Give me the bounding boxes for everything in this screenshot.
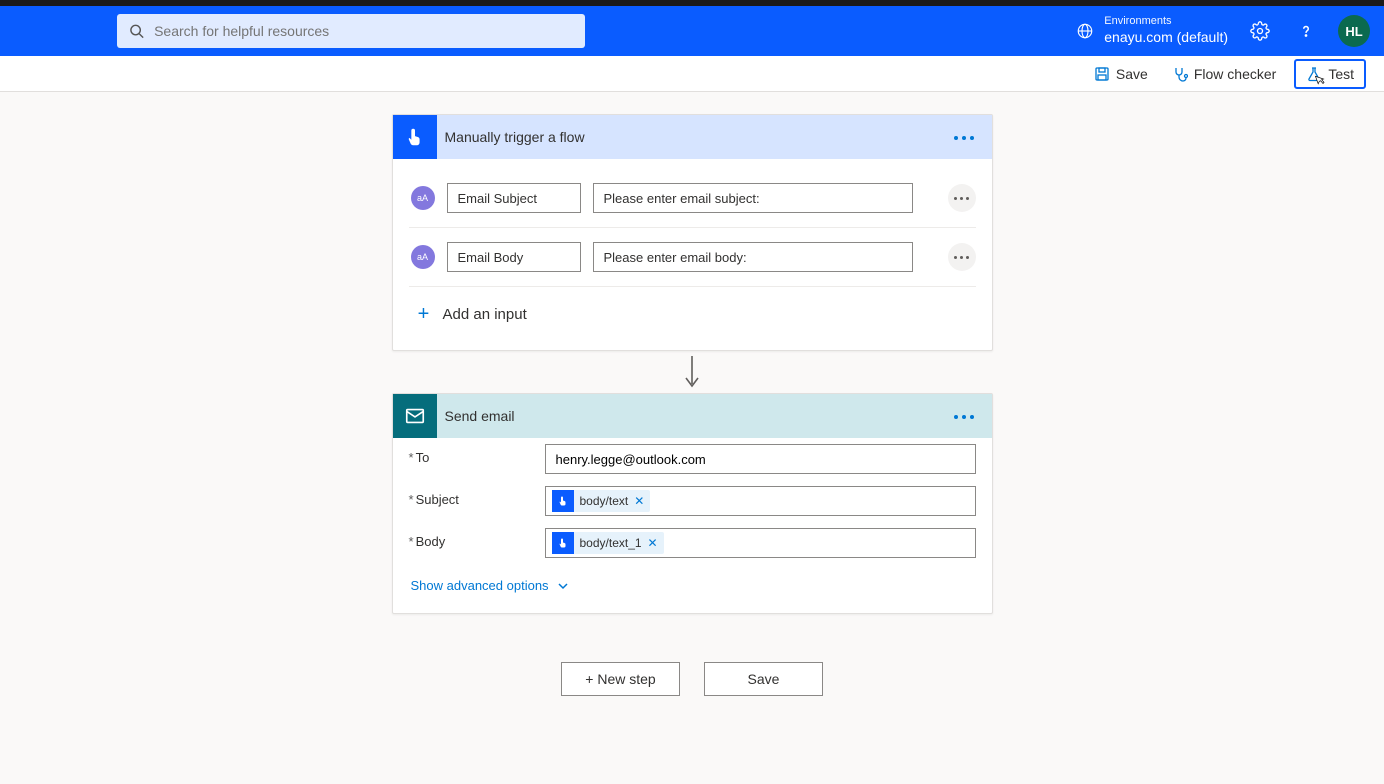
send-email-header[interactable]: Send email [393, 394, 992, 438]
action-toolbar: Save Flow checker Test [0, 56, 1384, 92]
help-icon [1297, 22, 1315, 40]
top-nav-bar: Environments enayu.com (default) HL [0, 6, 1384, 56]
trigger-connector-icon [393, 115, 437, 159]
to-label: To [416, 450, 430, 465]
finger-tap-icon [404, 126, 426, 148]
input-prompt-field[interactable]: Please enter email body: [593, 242, 913, 272]
token-flow-icon [552, 532, 574, 554]
input-prompt-field[interactable]: Please enter email subject: [593, 183, 913, 213]
subject-field-row: *Subject body/text ✕ [393, 480, 992, 522]
email-connector-icon [393, 394, 437, 438]
to-input[interactable]: henry.legge@outlook.com [545, 444, 976, 474]
send-email-menu[interactable] [948, 409, 980, 423]
flow-connector-arrow[interactable] [683, 351, 701, 393]
input-row-menu[interactable] [948, 243, 976, 271]
save-button[interactable]: Save [704, 662, 823, 696]
trigger-card: Manually trigger a flow aA Email Subject… [392, 114, 993, 351]
test-action[interactable]: Test [1294, 59, 1366, 89]
test-action-label: Test [1328, 66, 1354, 82]
search-icon [129, 23, 144, 39]
send-email-card: Send email *To henry.legge@outlook.com *… [392, 393, 993, 614]
body-label: Body [416, 534, 446, 549]
subject-label: Subject [416, 492, 459, 507]
chevron-down-icon [557, 580, 569, 592]
trigger-card-header[interactable]: Manually trigger a flow [393, 115, 992, 159]
to-field-row: *To henry.legge@outlook.com [393, 438, 992, 480]
flow-canvas: Manually trigger a flow aA Email Subject… [0, 92, 1384, 696]
user-avatar[interactable]: HL [1338, 15, 1370, 47]
plus-icon: + [415, 303, 433, 326]
help-button[interactable] [1292, 17, 1320, 45]
token-flow-icon [552, 490, 574, 512]
save-action[interactable]: Save [1088, 56, 1154, 91]
input-name-field[interactable]: Email Body [447, 242, 581, 272]
trigger-menu[interactable] [948, 130, 980, 144]
input-name-field[interactable]: Email Subject [447, 183, 581, 213]
add-input-label: Add an input [443, 306, 527, 323]
top-right-cluster: Environments enayu.com (default) HL [1076, 15, 1370, 47]
search-input[interactable] [154, 23, 573, 39]
body-input[interactable]: body/text_1 ✕ [545, 528, 976, 558]
dynamic-content-token[interactable]: body/text ✕ [552, 490, 651, 512]
dynamic-content-token[interactable]: body/text_1 ✕ [552, 532, 664, 554]
environment-value: enayu.com (default) [1104, 29, 1228, 47]
token-label: body/text_1 [580, 536, 642, 550]
environment-label: Environments [1104, 15, 1228, 29]
subject-input[interactable]: body/text ✕ [545, 486, 976, 516]
trigger-input-row: aA Email Body Please enter email body: [409, 228, 976, 287]
trigger-input-row: aA Email Subject Please enter email subj… [409, 169, 976, 228]
save-icon [1094, 66, 1110, 82]
trigger-title: Manually trigger a flow [445, 129, 585, 145]
arrow-down-icon [683, 354, 701, 390]
gear-icon [1250, 21, 1270, 41]
flask-icon [1306, 66, 1322, 82]
advanced-label: Show advanced options [411, 578, 549, 593]
show-advanced-options[interactable]: Show advanced options [393, 564, 992, 613]
text-param-icon: aA [411, 186, 435, 210]
send-email-title: Send email [445, 408, 515, 424]
flow-checker-action[interactable]: Flow checker [1166, 56, 1282, 91]
token-remove[interactable]: ✕ [634, 494, 644, 508]
mail-icon [404, 405, 426, 427]
input-row-menu[interactable] [948, 184, 976, 212]
body-field-row: *Body body/text_1 ✕ [393, 522, 992, 564]
environment-picker[interactable]: Environments enayu.com (default) [1076, 15, 1228, 46]
settings-button[interactable] [1246, 17, 1274, 45]
new-step-button[interactable]: + New step [561, 662, 680, 696]
save-action-label: Save [1116, 66, 1148, 82]
text-param-icon: aA [411, 245, 435, 269]
stethoscope-icon [1172, 66, 1188, 82]
flow-checker-label: Flow checker [1194, 66, 1276, 82]
add-input-button[interactable]: + Add an input [409, 287, 976, 332]
token-label: body/text [580, 494, 629, 508]
bottom-button-row: + New step Save [561, 662, 823, 696]
global-search[interactable] [117, 14, 585, 48]
token-remove[interactable]: ✕ [648, 536, 658, 550]
globe-icon [1076, 22, 1094, 40]
